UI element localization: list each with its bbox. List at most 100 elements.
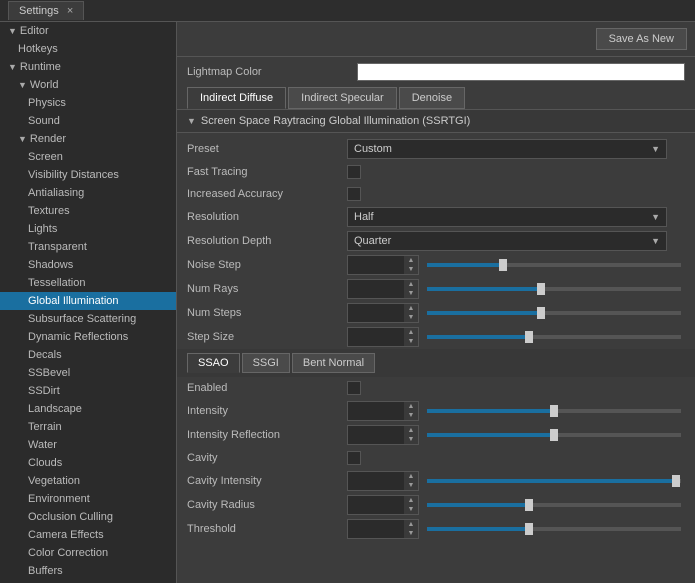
sidebar-item-camera-effects[interactable]: Camera Effects — [0, 526, 176, 544]
sidebar-item-global-illumination[interactable]: Global Illumination — [0, 292, 176, 310]
num-rays-slider[interactable] — [427, 287, 681, 291]
expand-arrow-icon: ▼ — [18, 80, 27, 90]
ssao-int-ref-down-arrow[interactable]: ▼ — [404, 435, 418, 444]
step-size-input-wrap: 1.00000 ▲ ▼ — [347, 327, 419, 347]
sidebar-item-lights[interactable]: Lights — [0, 220, 176, 238]
num-steps-up-arrow[interactable]: ▲ — [404, 304, 418, 313]
sidebar-item-visibility-distances[interactable]: Visibility Distances — [0, 166, 176, 184]
sidebar-item-decals[interactable]: Decals — [0, 346, 176, 364]
resolution-depth-dropdown[interactable]: Quarter ▼ — [347, 231, 667, 251]
sidebar-item-occlusion-culling[interactable]: Occlusion Culling — [0, 508, 176, 526]
increased-accuracy-checkbox[interactable] — [347, 187, 361, 201]
sidebar-item-antialiasing[interactable]: Antialiasing — [0, 184, 176, 202]
ssao-threshold-up-arrow[interactable]: ▲ — [404, 520, 418, 529]
noise-step-down-arrow[interactable]: ▼ — [404, 265, 418, 274]
sidebar-item-world[interactable]: ▼World — [0, 76, 176, 94]
section-label: Screen Space Raytracing Global Illuminat… — [201, 115, 470, 127]
ssao-threshold-slider-wrap — [423, 527, 685, 531]
sidebar-item-render[interactable]: ▼Render — [0, 130, 176, 148]
noise-step-value: 0.50000 ▲ ▼ — [347, 255, 685, 275]
fast-tracing-checkbox[interactable] — [347, 165, 361, 179]
sidebar-item-dynamic-reflections[interactable]: Dynamic Reflections — [0, 328, 176, 346]
sidebar-item-ssdirt[interactable]: SSDirt — [0, 382, 176, 400]
step-size-arrows: ▲ ▼ — [404, 328, 418, 346]
sub-tab-bent-normal[interactable]: Bent Normal — [292, 353, 375, 373]
sidebar-item-editor[interactable]: ▼Editor — [0, 22, 176, 40]
ssao-cavity-radius-slider[interactable] — [427, 503, 681, 507]
ssao-threshold-row: Threshold 1.00000 ▲ ▼ — [177, 517, 695, 541]
ssao-intensity-down-arrow[interactable]: ▼ — [404, 411, 418, 420]
step-size-slider[interactable] — [427, 335, 681, 339]
ssao-cavity-intensity-value: 1.00000 ▲ ▼ — [347, 471, 685, 491]
ssao-threshold-slider[interactable] — [427, 527, 681, 531]
preset-dropdown[interactable]: Custom ▼ — [347, 139, 667, 159]
ssao-cav-int-down-arrow[interactable]: ▼ — [404, 481, 418, 490]
sidebar-item-sound[interactable]: Sound — [0, 112, 176, 130]
sidebar-item-transparent[interactable]: Transparent — [0, 238, 176, 256]
num-rays-up-arrow[interactable]: ▲ — [404, 280, 418, 289]
sidebar-item-landscape[interactable]: Landscape — [0, 400, 176, 418]
noise-step-slider-thumb — [499, 259, 507, 271]
ssao-cavity-intensity-slider[interactable] — [427, 479, 681, 483]
sidebar-item-runtime[interactable]: ▼Runtime — [0, 58, 176, 76]
sidebar-item-subsurface-scattering[interactable]: Subsurface Scattering — [0, 310, 176, 328]
sidebar-item-vegetation[interactable]: Vegetation — [0, 472, 176, 490]
sidebar-item-terrain[interactable]: Terrain — [0, 418, 176, 436]
noise-step-up-arrow[interactable]: ▲ — [404, 256, 418, 265]
sidebar-item-textures[interactable]: Textures — [0, 202, 176, 220]
ssao-intensity-slider[interactable] — [427, 409, 681, 413]
ssao-cavity-radius-slider-wrap — [423, 503, 685, 507]
main-tab-indirect-diffuse[interactable]: Indirect Diffuse — [187, 87, 286, 109]
main-tab-denoise[interactable]: Denoise — [399, 87, 465, 109]
sidebar-item-buffers[interactable]: Buffers — [0, 562, 176, 580]
sidebar-item-ssbevel[interactable]: SSBevel — [0, 364, 176, 382]
sidebar-item-label: Global Illumination — [28, 295, 119, 307]
resolution-dropdown[interactable]: Half ▼ — [347, 207, 667, 227]
resolution-row: Resolution Half ▼ — [177, 205, 695, 229]
sidebar-item-water[interactable]: Water — [0, 436, 176, 454]
sidebar-item-tessellation[interactable]: Tessellation — [0, 274, 176, 292]
sidebar-item-screen[interactable]: Screen — [0, 148, 176, 166]
noise-step-slider[interactable] — [427, 263, 681, 267]
num-steps-down-arrow[interactable]: ▼ — [404, 313, 418, 322]
sidebar-item-clouds[interactable]: Clouds — [0, 454, 176, 472]
sidebar-item-shadows[interactable]: Shadows — [0, 256, 176, 274]
ssao-cavity-radius-row: Cavity Radius 1.00000 ▲ ▼ — [177, 493, 695, 517]
ssao-intensity-reflection-arrows: ▲ ▼ — [404, 426, 418, 444]
sidebar-item-label: Shadows — [28, 259, 73, 271]
ssao-threshold-label: Threshold — [187, 523, 347, 535]
ssao-cavity-checkbox[interactable] — [347, 451, 361, 465]
ssao-cav-rad-up-arrow[interactable]: ▲ — [404, 496, 418, 505]
resolution-depth-label: Resolution Depth — [187, 235, 347, 247]
ssao-enabled-checkbox[interactable] — [347, 381, 361, 395]
title-bar: Settings × — [0, 0, 695, 22]
main-tab-indirect-specular[interactable]: Indirect Specular — [288, 87, 397, 109]
close-icon[interactable]: × — [67, 5, 73, 17]
lightmap-color-input[interactable] — [357, 63, 685, 81]
ssao-enabled-row: Enabled — [177, 377, 695, 399]
num-rays-slider-wrap — [423, 287, 685, 291]
ssao-cavity-radius-value: 1.00000 ▲ ▼ — [347, 495, 685, 515]
sidebar-item-color-correction[interactable]: Color Correction — [0, 544, 176, 562]
sub-tab-ssao[interactable]: SSAO — [187, 353, 240, 373]
step-size-down-arrow[interactable]: ▼ — [404, 337, 418, 346]
num-steps-slider[interactable] — [427, 311, 681, 315]
ssao-intensity-up-arrow[interactable]: ▲ — [404, 402, 418, 411]
sub-tab-ssgi[interactable]: SSGI — [242, 353, 290, 373]
ssao-cav-rad-down-arrow[interactable]: ▼ — [404, 505, 418, 514]
settings-tab[interactable]: Settings × — [8, 1, 84, 20]
ssao-int-ref-up-arrow[interactable]: ▲ — [404, 426, 418, 435]
dropdown-arrow-icon: ▼ — [651, 144, 660, 154]
ssao-intensity-reflection-row: Intensity Reflection 1.00000 ▲ ▼ — [177, 423, 695, 447]
save-as-new-button[interactable]: Save As New — [596, 28, 687, 50]
step-size-value: 1.00000 ▲ ▼ — [347, 327, 685, 347]
sidebar-item-environment[interactable]: Environment — [0, 490, 176, 508]
num-rays-down-arrow[interactable]: ▼ — [404, 289, 418, 298]
ssao-intensity-reflection-slider[interactable] — [427, 433, 681, 437]
sidebar-item-hotkeys[interactable]: Hotkeys — [0, 40, 176, 58]
sidebar-item-physics[interactable]: Physics — [0, 94, 176, 112]
ssao-cav-int-up-arrow[interactable]: ▲ — [404, 472, 418, 481]
step-size-up-arrow[interactable]: ▲ — [404, 328, 418, 337]
expand-arrow-icon: ▼ — [8, 62, 17, 72]
ssao-threshold-down-arrow[interactable]: ▼ — [404, 529, 418, 538]
